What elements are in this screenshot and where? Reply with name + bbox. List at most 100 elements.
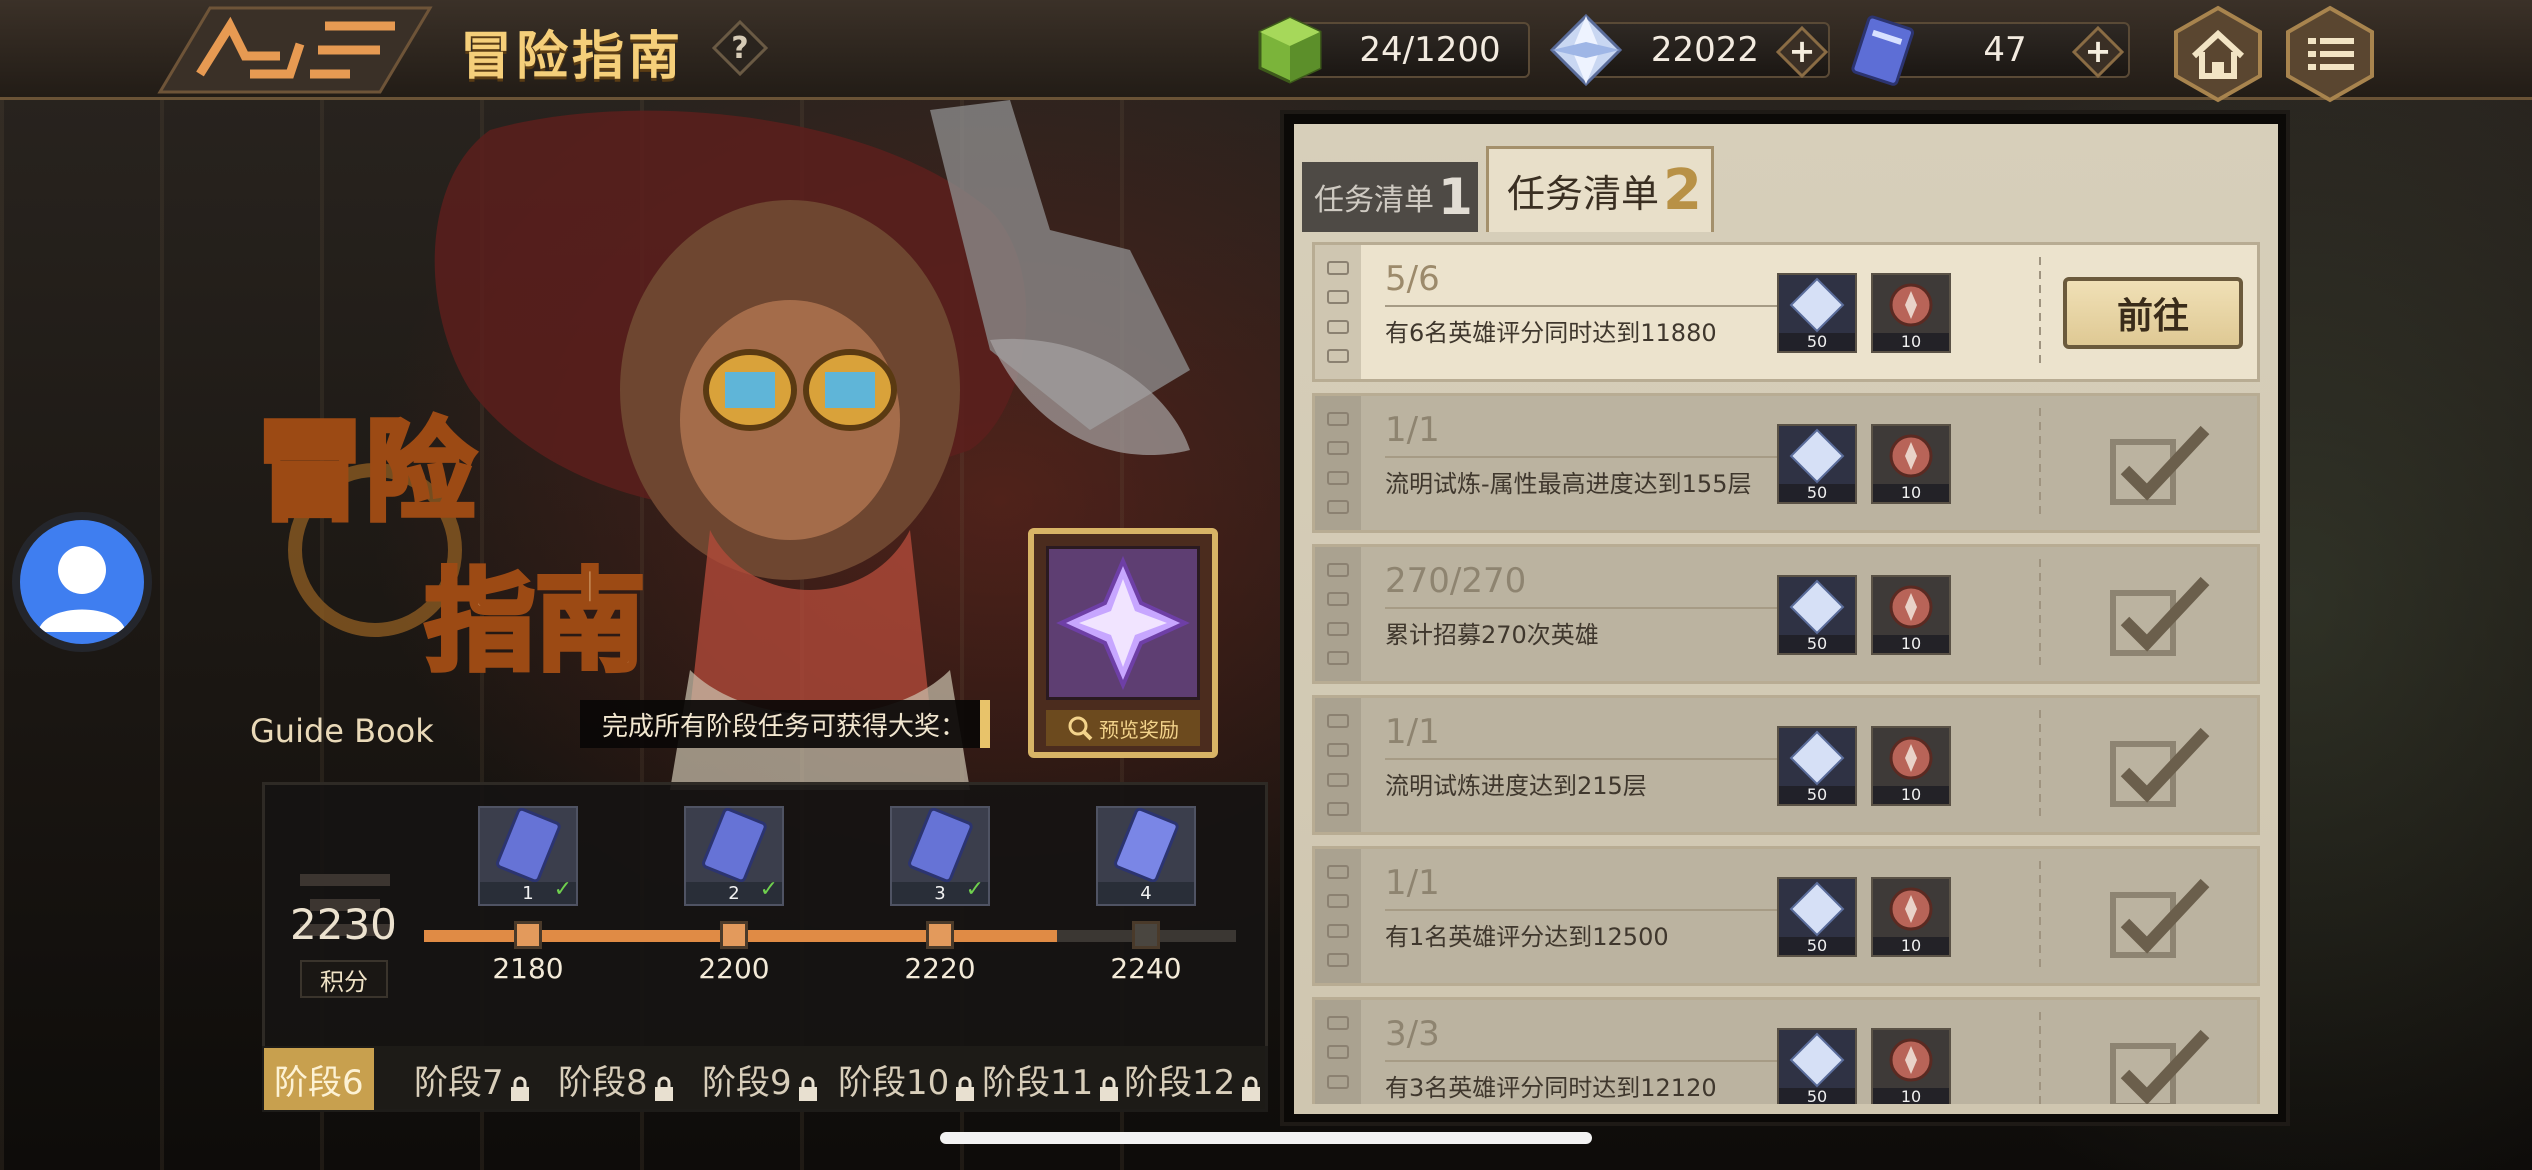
- ticket-icon: [496, 807, 561, 883]
- task-tab-number: 1: [1438, 168, 1473, 226]
- milestone-reward-3[interactable]: 3 ✓: [890, 806, 990, 906]
- task-list[interactable]: 5/6 有6名英雄评分同时达到11880 50 10 前往 1/1 流明试炼-属…: [1312, 240, 2260, 1104]
- guide-title-line2: 指南: [425, 558, 645, 686]
- tab-stage-6[interactable]: 阶段6: [264, 1048, 374, 1110]
- row-side-ornament: [1315, 849, 1361, 983]
- menu-icon[interactable]: [2280, 4, 2380, 104]
- task-progress: 1/1: [1385, 410, 1440, 450]
- milestone-threshold: 2180: [492, 952, 564, 985]
- tab-task-list-2[interactable]: 任务清单 2: [1486, 146, 1714, 232]
- completed-check-icon: [2110, 425, 2210, 505]
- reward-diamond[interactable]: 50: [1777, 726, 1857, 806]
- row-side-ornament: [1315, 396, 1361, 530]
- row-side-ornament: [1315, 1000, 1361, 1104]
- check-icon: ✓: [965, 877, 984, 902]
- task-description: 累计招募270次英雄: [1385, 621, 1599, 649]
- task-row: 1/1 流明试炼-属性最高进度达到155层 50 10: [1312, 393, 2260, 533]
- tab-stage-11[interactable]: 阶段11: [982, 1048, 1121, 1110]
- milestone-reward-2[interactable]: 2 ✓: [684, 806, 784, 906]
- stamina-value: 24/1200: [1359, 30, 1501, 70]
- check-icon: ✓: [759, 877, 778, 902]
- completed-check-icon: [2110, 576, 2210, 656]
- stage-tab-label: 阶段8: [558, 1062, 648, 1103]
- ticket-icon: [702, 807, 767, 883]
- token-icon: [1889, 283, 1933, 327]
- tab-stage-8[interactable]: 阶段8: [558, 1048, 676, 1110]
- go-button[interactable]: 前往: [2063, 277, 2243, 349]
- task-progress: 3/3: [1385, 1014, 1440, 1054]
- reward-count: 10: [1873, 333, 1949, 351]
- task-tab-label: 任务清单: [1507, 172, 1660, 216]
- stamina-cube-icon: [1258, 16, 1322, 84]
- reward-diamond[interactable]: 50: [1777, 877, 1857, 957]
- task-divider: [1385, 456, 1797, 458]
- task-description: 流明试炼-属性最高进度达到155层: [1385, 470, 1752, 498]
- plus-icon: +: [1789, 32, 1816, 70]
- diamond-icon: [1789, 428, 1845, 484]
- milestone-reward-1[interactable]: 1 ✓: [478, 806, 578, 906]
- task-description: 流明试炼进度达到215层: [1385, 772, 1647, 800]
- guide-title-line1: 冒险: [255, 408, 476, 536]
- reward-token[interactable]: 10: [1871, 575, 1951, 655]
- milestone-node-3: [926, 921, 954, 949]
- task-row: 1/1 有1名英雄评分达到12500 50 10: [1312, 846, 2260, 986]
- help-icon[interactable]: ?: [712, 20, 768, 76]
- diamond-icon: [1789, 730, 1845, 786]
- add-diamond-button[interactable]: +: [1776, 26, 1828, 78]
- reward-count: 50: [1779, 1088, 1855, 1104]
- grand-prize-text: 完成所有阶段任务可获得大奖：: [602, 711, 967, 742]
- task-row: 3/3 有3名英雄评分同时达到12120 50 10: [1312, 997, 2260, 1104]
- milestone-node-4: [1132, 921, 1160, 949]
- ticket-value: 47: [1983, 30, 2027, 70]
- task-tab-label: 任务清单: [1314, 183, 1434, 218]
- reward-diamond[interactable]: 50: [1777, 1028, 1857, 1104]
- avatar-icon: [38, 546, 126, 632]
- tab-stage-12[interactable]: 阶段12: [1124, 1048, 1263, 1110]
- milestone-node-2: [720, 921, 748, 949]
- guide-book-subtitle: Guide Book: [250, 712, 434, 750]
- tab-task-list-1[interactable]: 任务清单 1: [1302, 162, 1478, 232]
- progress-track: [424, 930, 1236, 942]
- milestone-reward-4[interactable]: 4: [1096, 806, 1196, 906]
- reward-token[interactable]: 10: [1871, 726, 1951, 806]
- tab-stage-10[interactable]: 阶段10: [838, 1048, 977, 1110]
- reward-diamond[interactable]: 50: [1777, 273, 1857, 353]
- task-row: 1/1 流明试炼进度达到215层 50 10: [1312, 695, 2260, 835]
- lock-icon: [798, 1076, 817, 1101]
- tab-stage-7[interactable]: 阶段7: [414, 1048, 532, 1110]
- row-divider: [2039, 710, 2041, 820]
- preview-reward-caption: 预览奖励: [1046, 710, 1200, 746]
- reward-token[interactable]: 10: [1871, 877, 1951, 957]
- reward-token[interactable]: 10: [1871, 424, 1951, 504]
- ticket-icon: [908, 807, 973, 883]
- reward-count: 50: [1779, 786, 1855, 804]
- home-indicator[interactable]: [940, 1132, 1592, 1144]
- token-icon: [1889, 736, 1933, 780]
- reward-count: 50: [1779, 937, 1855, 955]
- row-divider: [2039, 1012, 2041, 1104]
- milestone-threshold: 2240: [1110, 952, 1182, 985]
- home-icon[interactable]: [2168, 4, 2268, 104]
- top-bar: 冒险指南 ? 24/1200 22022 + 47 +: [0, 0, 2532, 103]
- task-progress: 270/270: [1385, 561, 1527, 601]
- diamond-icon: [1789, 277, 1845, 333]
- reward-token[interactable]: 10: [1871, 273, 1951, 353]
- reward-token[interactable]: 10: [1871, 1028, 1951, 1104]
- add-ticket-button[interactable]: +: [2072, 26, 2124, 78]
- task-divider: [1385, 758, 1797, 760]
- task-progress: 5/6: [1385, 259, 1440, 299]
- grand-prize-card[interactable]: 预览奖励: [1028, 528, 1218, 758]
- row-divider: [2039, 559, 2041, 669]
- reward-diamond[interactable]: 50: [1777, 575, 1857, 655]
- grand-prize-banner: 完成所有阶段任务可获得大奖：: [580, 700, 990, 748]
- token-icon: [1889, 887, 1933, 931]
- diamond-icon: [1549, 13, 1623, 87]
- stage-tab-label: 阶段9: [702, 1062, 792, 1103]
- task-divider: [1385, 909, 1797, 911]
- row-side-ornament: [1315, 698, 1361, 832]
- user-avatar[interactable]: [12, 512, 152, 652]
- milestone-node-1: [514, 921, 542, 949]
- lock-icon: [956, 1076, 975, 1101]
- reward-diamond[interactable]: 50: [1777, 424, 1857, 504]
- tab-stage-9[interactable]: 阶段9: [702, 1048, 820, 1110]
